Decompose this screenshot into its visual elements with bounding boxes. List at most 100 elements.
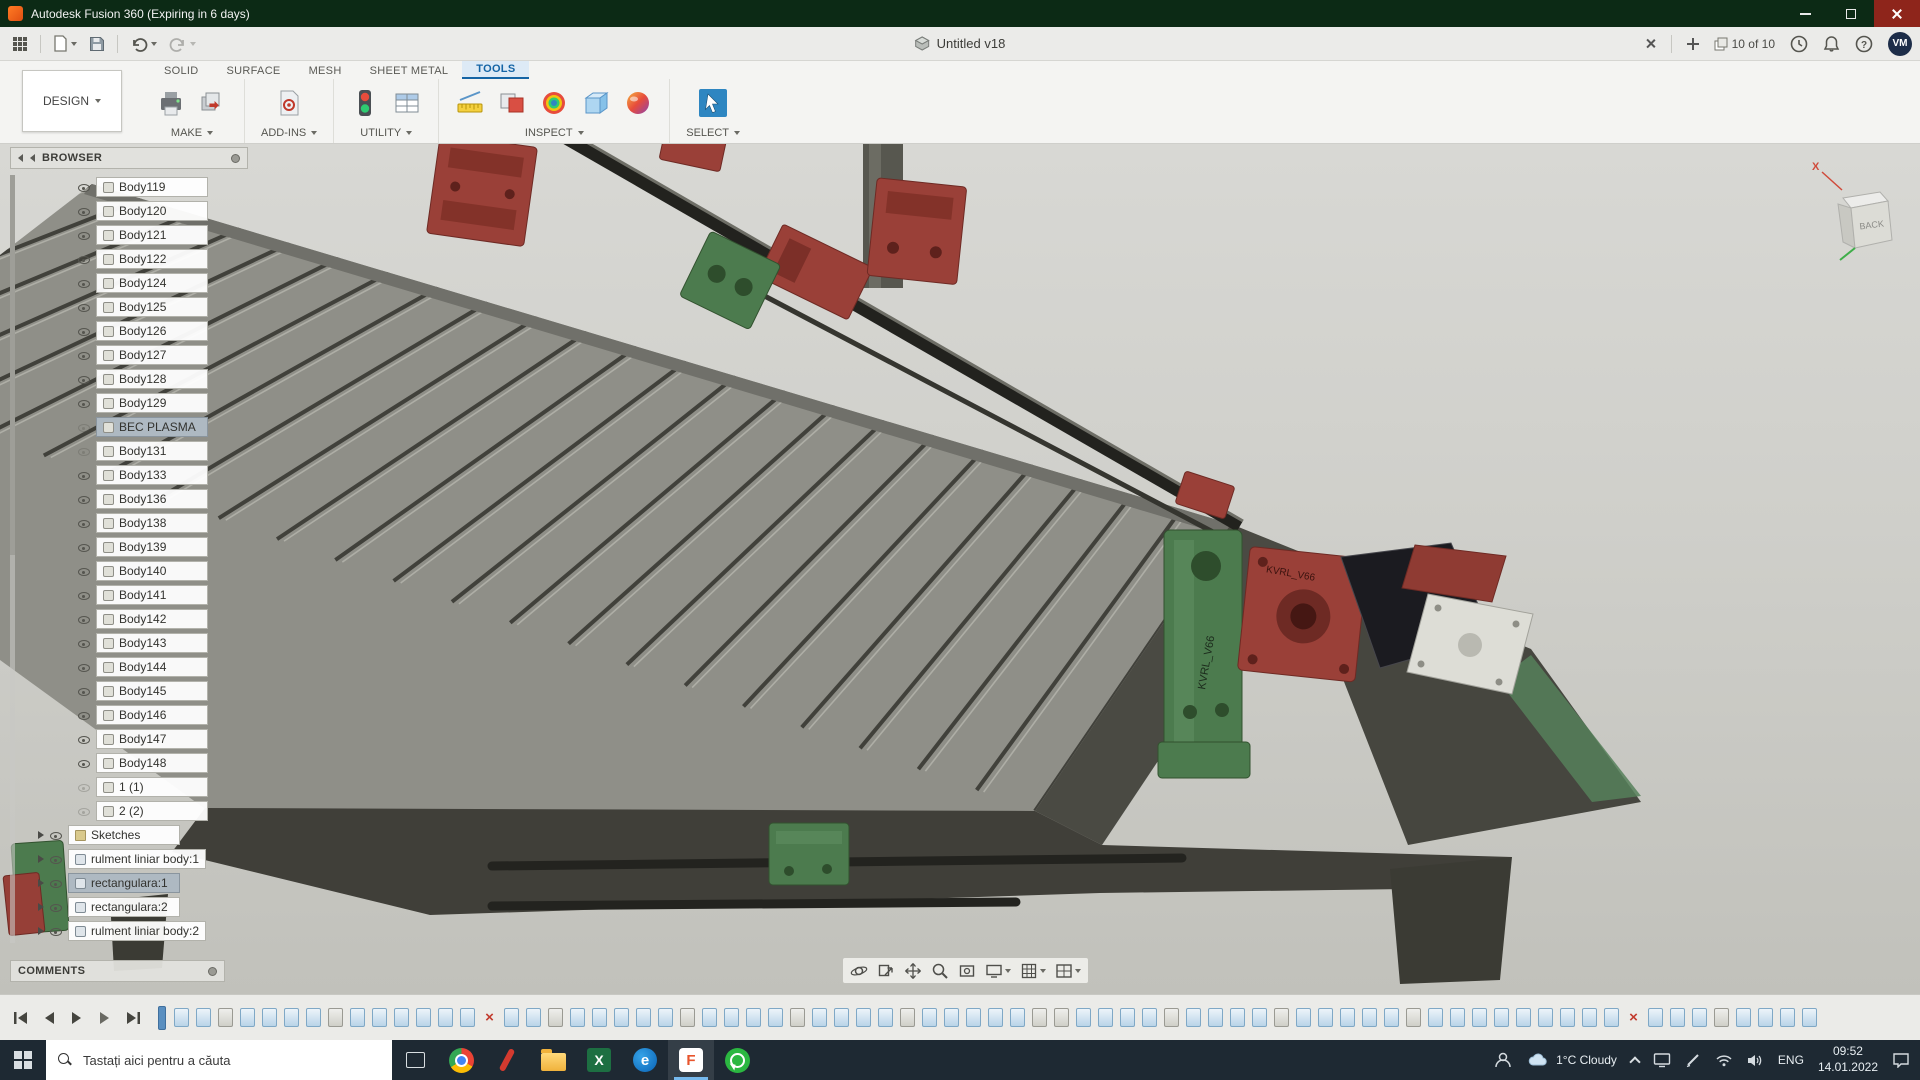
search-input[interactable]	[81, 1052, 361, 1069]
taskbar-search[interactable]	[46, 1040, 392, 1080]
timeline-error-icon[interactable]: ×	[482, 1008, 497, 1027]
timeline-feature-icon[interactable]	[1780, 1008, 1795, 1027]
browser-item-box[interactable]: Body120	[96, 201, 208, 221]
select-menu[interactable]: SELECT	[686, 127, 740, 139]
visibility-eye-icon[interactable]	[77, 373, 92, 386]
browser-item[interactable]: Body128	[10, 367, 248, 391]
tab-sheet-metal[interactable]: SHEET METAL	[356, 63, 463, 79]
measure-icon[interactable]	[455, 88, 485, 118]
browser-item-box[interactable]: Body141	[96, 585, 208, 605]
browser-item[interactable]: Body133	[10, 463, 248, 487]
visibility-eye-icon[interactable]	[77, 325, 92, 338]
timeline-feature-icon[interactable]	[438, 1008, 453, 1027]
timeline-feature-icon[interactable]	[262, 1008, 277, 1027]
export-mesh-icon[interactable]	[198, 88, 228, 118]
comments-icon[interactable]	[208, 967, 217, 976]
look-at-icon[interactable]	[877, 962, 895, 980]
task-view-button[interactable]	[392, 1040, 438, 1080]
browser-item-box[interactable]: Body124	[96, 273, 208, 293]
network-icon[interactable]	[1715, 1053, 1733, 1067]
tab-tools[interactable]: TOOLS	[462, 61, 529, 79]
timeline-step-forward-button[interactable]	[94, 1007, 116, 1029]
browser-item[interactable]: rectangulara:1	[10, 871, 248, 895]
timeline-feature-icon[interactable]	[350, 1008, 365, 1027]
visibility-eye-icon[interactable]	[49, 829, 64, 842]
close-button[interactable]	[1874, 0, 1920, 27]
app-grid-menu-icon[interactable]	[12, 36, 28, 52]
timeline-feature-icon[interactable]	[1076, 1008, 1091, 1027]
browser-item-box[interactable]: Body147	[96, 729, 208, 749]
browser-scrollbar[interactable]	[10, 175, 15, 943]
browser-item[interactable]: Body143	[10, 631, 248, 655]
timeline-feature-icon[interactable]	[196, 1008, 211, 1027]
orbit-icon[interactable]	[850, 962, 868, 980]
tab-surface[interactable]: SURFACE	[213, 63, 295, 79]
browser-item-box[interactable]: Body146	[96, 705, 208, 725]
timeline-feature-icon[interactable]	[284, 1008, 299, 1027]
browser-item[interactable]: rulment liniar body:2	[10, 919, 248, 943]
timeline-feature-icon[interactable]	[768, 1008, 783, 1027]
browser-item[interactable]: rectangulara:2	[10, 895, 248, 919]
timeline-feature-icon[interactable]	[328, 1008, 343, 1027]
timeline-feature-icon[interactable]	[1670, 1008, 1685, 1027]
expand-arrow-icon[interactable]	[38, 855, 44, 863]
visibility-eye-icon[interactable]	[77, 493, 92, 506]
visibility-eye-icon[interactable]	[77, 661, 92, 674]
timeline-feature-icon[interactable]	[1142, 1008, 1157, 1027]
browser-item[interactable]: Body120	[10, 199, 248, 223]
timeline-feature-icon[interactable]	[900, 1008, 915, 1027]
visibility-eye-icon[interactable]	[77, 637, 92, 650]
timeline-feature-icon[interactable]	[1274, 1008, 1289, 1027]
visibility-eye-icon[interactable]	[77, 541, 92, 554]
timeline-feature-icon[interactable]	[1406, 1008, 1421, 1027]
browser-item-box[interactable]: Body138	[96, 513, 208, 533]
timeline-feature-icon[interactable]	[394, 1008, 409, 1027]
browser-item[interactable]: Body119	[10, 175, 248, 199]
browser-item[interactable]: Body148	[10, 751, 248, 775]
browser-item[interactable]: rulment liniar body:1	[10, 847, 248, 871]
browser-item-box[interactable]: Body125	[96, 297, 208, 317]
make-menu[interactable]: MAKE	[171, 127, 213, 139]
browser-item-box[interactable]: Sketches	[68, 825, 180, 845]
browser-item-box[interactable]: Body136	[96, 489, 208, 509]
browser-item[interactable]: Body146	[10, 703, 248, 727]
browser-item-box[interactable]: Body128	[96, 369, 208, 389]
browser-item-box[interactable]: Body127	[96, 345, 208, 365]
browser-item[interactable]: Body140	[10, 559, 248, 583]
document-counter[interactable]: 10 of 10	[1714, 37, 1775, 51]
timeline-feature-icon[interactable]	[1164, 1008, 1179, 1027]
timeline-feature-icon[interactable]	[1362, 1008, 1377, 1027]
browser-item[interactable]: Body144	[10, 655, 248, 679]
timeline-feature-icon[interactable]	[1120, 1008, 1135, 1027]
timeline-feature-icon[interactable]	[1098, 1008, 1113, 1027]
timeline-feature-icon[interactable]	[922, 1008, 937, 1027]
visibility-eye-icon[interactable]	[77, 613, 92, 626]
timeline-feature-icon[interactable]	[1186, 1008, 1201, 1027]
start-button[interactable]	[0, 1040, 46, 1080]
visibility-eye-icon[interactable]	[77, 517, 92, 530]
timeline-feature-icon[interactable]	[1802, 1008, 1817, 1027]
taskbar-app-whatsapp[interactable]	[714, 1040, 760, 1080]
expand-arrow-icon[interactable]	[38, 927, 44, 935]
timeline-feature-icon[interactable]	[614, 1008, 629, 1027]
visibility-eye-icon[interactable]	[77, 229, 92, 242]
browser-filter-icon[interactable]	[231, 154, 240, 163]
timeline-feature-icon[interactable]	[1208, 1008, 1223, 1027]
browser-item-box[interactable]: rulment liniar body:2	[68, 921, 206, 941]
timeline-feature-icon[interactable]	[372, 1008, 387, 1027]
visibility-eye-icon[interactable]	[77, 733, 92, 746]
timeline-feature-icon[interactable]	[1450, 1008, 1465, 1027]
timeline-feature-icon[interactable]	[592, 1008, 607, 1027]
timeline-feature-icon[interactable]	[218, 1008, 233, 1027]
timeline-feature-icon[interactable]	[988, 1008, 1003, 1027]
timeline-feature-icon[interactable]	[1340, 1008, 1355, 1027]
visibility-eye-icon[interactable]	[77, 277, 92, 290]
user-avatar[interactable]: VM	[1888, 32, 1912, 56]
timeline-position-marker[interactable]	[158, 1006, 166, 1030]
timeline-feature-icon[interactable]	[504, 1008, 519, 1027]
taskbar-app-edge[interactable]: e	[622, 1040, 668, 1080]
close-document-icon[interactable]	[1645, 38, 1656, 49]
save-icon[interactable]	[89, 36, 105, 52]
visibility-eye-icon[interactable]	[77, 301, 92, 314]
taskbar-app-excel[interactable]: X	[576, 1040, 622, 1080]
